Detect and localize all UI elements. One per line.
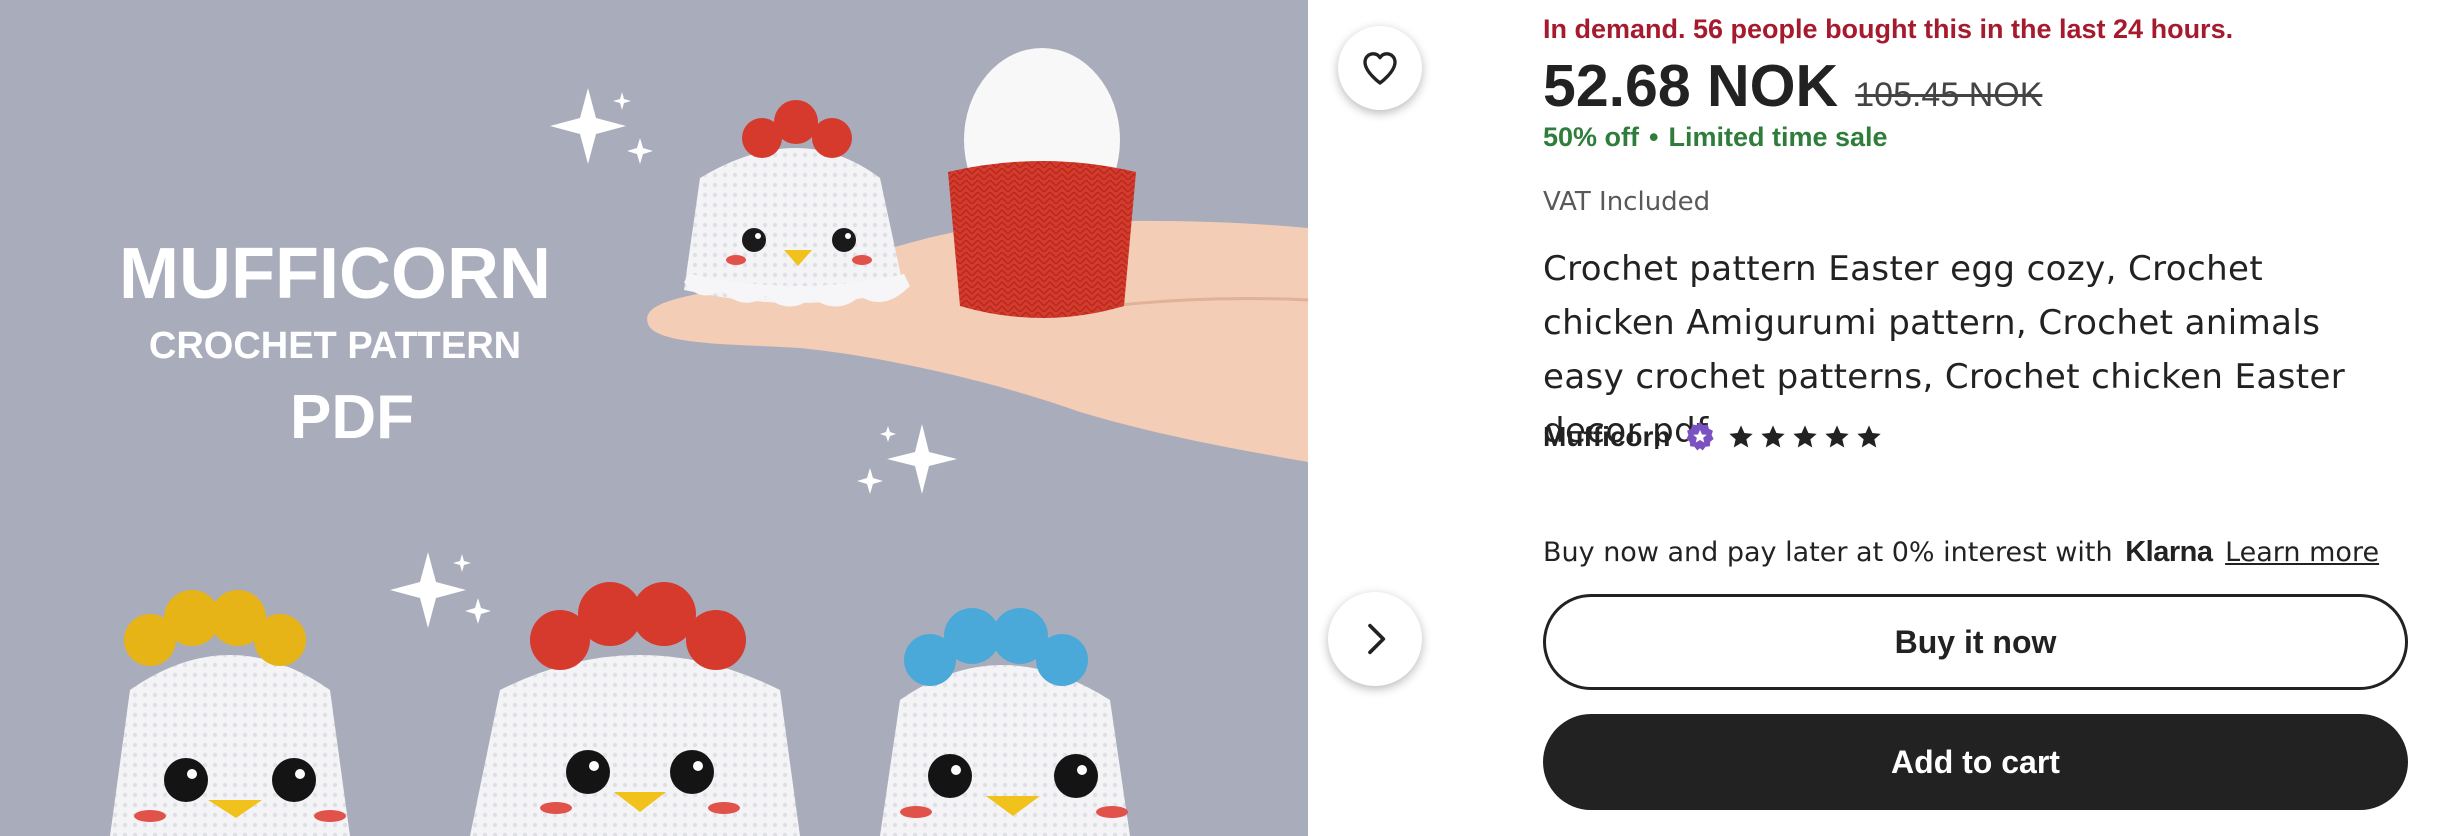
price-row: 52.68 NOK 105.45 NOK bbox=[1543, 52, 2042, 120]
favorite-button[interactable] bbox=[1338, 26, 1422, 110]
sale-info: 50% off • Limited time sale bbox=[1543, 122, 1888, 153]
product-image[interactable]: MUFFICORN CROCHET PATTERN PDF bbox=[0, 0, 1308, 836]
sale-label: Limited time sale bbox=[1668, 122, 1888, 152]
original-price: 105.45 NOK bbox=[1855, 76, 2043, 114]
star-icon bbox=[1824, 425, 1849, 448]
klarna-financing: Buy now and pay later at 0% interest wit… bbox=[1543, 536, 2379, 569]
star-icon bbox=[1856, 425, 1881, 448]
klarna-logo: Klarna bbox=[2125, 536, 2213, 568]
heart-outline-icon bbox=[1363, 52, 1397, 85]
vat-notice: VAT Included bbox=[1543, 187, 1711, 217]
buy-it-now-button[interactable]: Buy it now bbox=[1543, 594, 2408, 690]
overlay-format: PDF bbox=[290, 383, 414, 452]
learn-more-link[interactable]: Learn more bbox=[2225, 537, 2379, 568]
klarna-text: Buy now and pay later at 0% interest wit… bbox=[1543, 537, 2113, 568]
product-info-panel: In demand. 56 people bought this in the … bbox=[1543, 0, 2408, 836]
star-icon bbox=[1760, 425, 1785, 448]
star-seller-badge-icon bbox=[1683, 420, 1717, 454]
star-icon bbox=[1792, 425, 1817, 448]
chevron-right-icon bbox=[1368, 623, 1386, 655]
overlay-title: MUFFICORN bbox=[119, 234, 551, 314]
separator-dot: • bbox=[1649, 122, 1659, 152]
discount-label: 50% off bbox=[1543, 122, 1640, 152]
star-icon bbox=[1728, 425, 1753, 448]
current-price: 52.68 NOK bbox=[1543, 53, 1839, 119]
demand-notice: In demand. 56 people bought this in the … bbox=[1543, 14, 2234, 44]
next-image-button[interactable] bbox=[1328, 592, 1422, 686]
add-to-cart-button[interactable]: Add to cart bbox=[1543, 714, 2408, 810]
overlay-subtitle: CROCHET PATTERN bbox=[149, 325, 521, 367]
shop-name-link[interactable]: Mufficorn bbox=[1543, 421, 1671, 453]
shop-info: Mufficorn bbox=[1543, 420, 1883, 454]
rating-stars[interactable] bbox=[1727, 423, 1883, 451]
product-photo: MUFFICORN CROCHET PATTERN PDF bbox=[0, 0, 1308, 836]
